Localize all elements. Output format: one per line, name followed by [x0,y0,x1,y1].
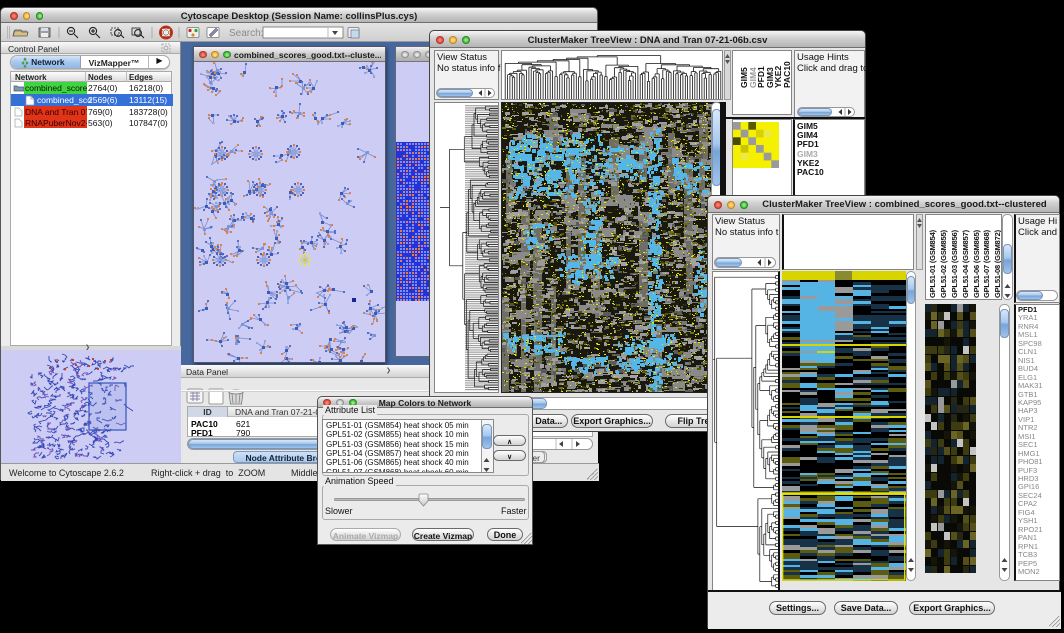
svg-text:Search:: Search: [229,28,263,39]
